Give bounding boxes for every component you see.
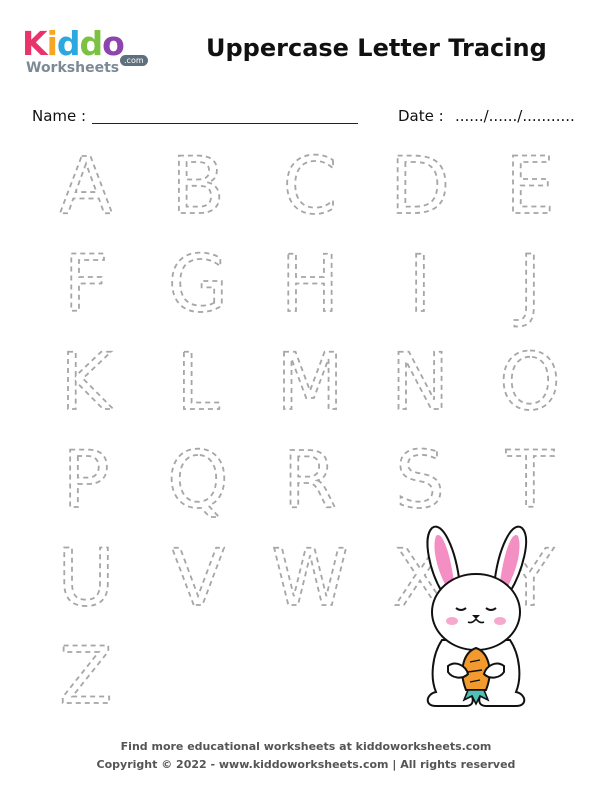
trace-letter: N xyxy=(391,338,449,428)
trace-letter: K xyxy=(60,338,113,428)
trace-letter: U xyxy=(57,534,114,624)
trace-letter: P xyxy=(62,436,109,526)
trace-letter: O xyxy=(499,338,560,428)
trace-letter: L xyxy=(176,338,220,428)
trace-letter: B xyxy=(171,142,225,232)
trace-letter: J xyxy=(513,240,541,330)
trace-letter: I xyxy=(408,240,431,330)
trace-letter: V xyxy=(171,534,224,624)
trace-letter: Q xyxy=(167,436,228,526)
trace-letter: R xyxy=(283,436,337,526)
bunny-illustration xyxy=(426,525,527,707)
trace-letter: F xyxy=(64,240,109,330)
trace-letter: W xyxy=(271,534,348,624)
trace-letter: A xyxy=(59,142,112,232)
trace-letter: G xyxy=(168,240,228,330)
trace-letter: T xyxy=(505,436,554,526)
trace-letter: S xyxy=(395,436,445,526)
trace-letter: Z xyxy=(59,632,112,722)
trace-letter: C xyxy=(283,142,337,232)
trace-letter: D xyxy=(390,142,450,232)
trace-letter: E xyxy=(505,142,554,232)
footer-promo: Find more educational worksheets at kidd… xyxy=(120,740,492,753)
trace-letter: M xyxy=(276,338,343,428)
footer-copyright: Copyright © 2022 - www.kiddoworksheets.c… xyxy=(96,758,516,771)
trace-letter: H xyxy=(281,240,340,330)
